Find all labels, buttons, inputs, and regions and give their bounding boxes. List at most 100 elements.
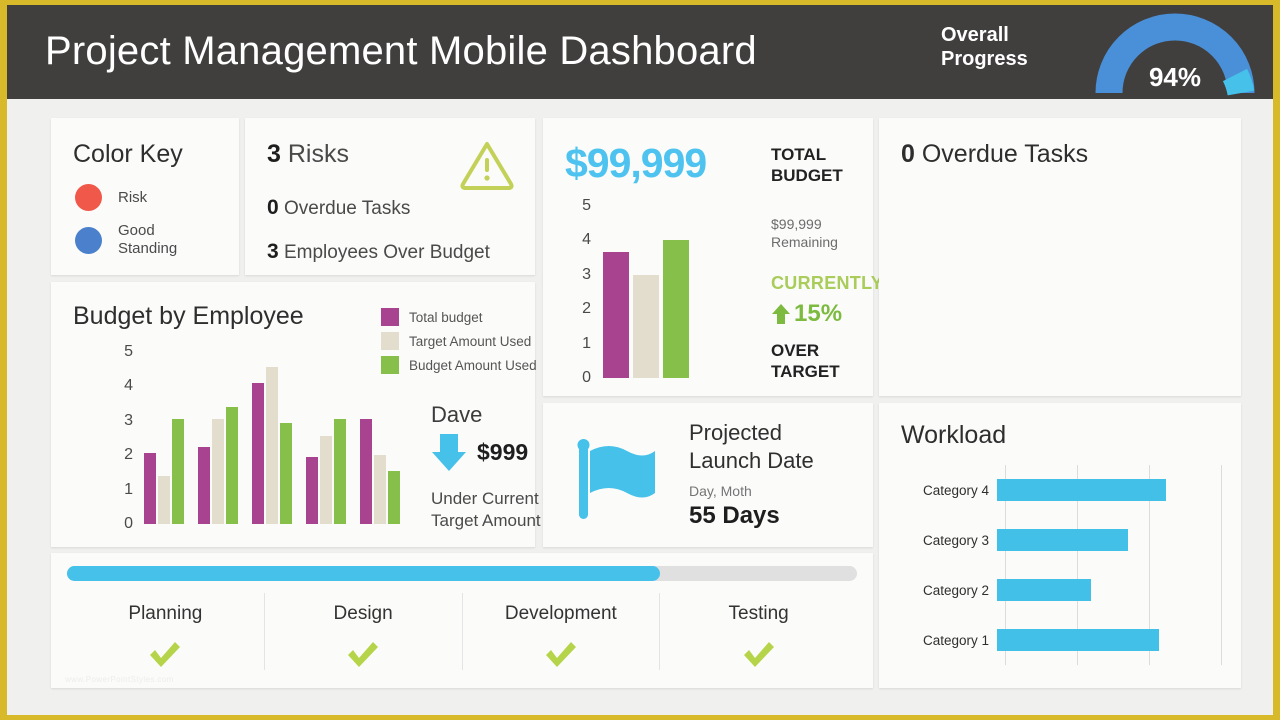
- phase-item[interactable]: Testing: [660, 593, 857, 670]
- launch-date-title: Projected Launch Date: [689, 419, 814, 475]
- bar: [252, 382, 265, 524]
- overall-progress-label-line1: Overall: [941, 24, 1009, 46]
- bar: [388, 470, 401, 524]
- y-axis-tick: 0: [124, 515, 133, 532]
- color-key-item-label: Good Standing: [118, 222, 178, 257]
- workload-row: Category 4: [901, 465, 1221, 515]
- budget-by-employee-plot: [141, 352, 411, 524]
- bar: [158, 475, 171, 524]
- color-key-item-risk: Risk: [75, 184, 147, 211]
- progress-bar-track[interactable]: [67, 566, 857, 581]
- bar: [280, 422, 293, 524]
- phase-name: Development: [504, 603, 617, 624]
- budget-by-employee-y-axis: 0 1 2 3 4 5: [111, 343, 135, 532]
- up-arrow-icon: [772, 304, 790, 324]
- total-budget-y-axis: 0 1 2 3 4 5: [569, 197, 593, 386]
- color-key-card: Color Key Risk Good Standing: [51, 118, 239, 275]
- total-budget-label: TOTAL BUDGET: [771, 144, 843, 186]
- total-budget-remaining: $99,999 Remaining: [771, 215, 838, 251]
- legend-item: Target Amount Used: [381, 332, 537, 350]
- over-target-line1: OVER: [771, 341, 820, 360]
- good-standing-color-dot: [75, 226, 102, 254]
- workload-bar-track: [997, 465, 1221, 515]
- launch-date-subtitle: Day, Moth: [689, 483, 752, 499]
- legend-item: Total budget: [381, 308, 537, 326]
- launch-date-title-line1: Projected: [689, 420, 782, 445]
- bar-group: [306, 352, 354, 524]
- legend-label: Budget Amount Used: [409, 357, 537, 373]
- workload-chart: Category 4 Category 3 Category 2 Category 1: [901, 465, 1222, 665]
- phase-item[interactable]: Development: [463, 593, 661, 670]
- risks-card: 3 Risks 0 Overdue Tasks 3 Employees Over…: [245, 118, 535, 275]
- workload-row: Category 2: [901, 565, 1221, 615]
- y-axis-tick: 5: [582, 197, 591, 214]
- workload-bar: [997, 529, 1129, 551]
- bar: [212, 419, 225, 524]
- workload-bar: [997, 479, 1167, 501]
- phase-name: Testing: [728, 603, 789, 624]
- total-budget-delta: 15%: [794, 300, 843, 327]
- legend-swatch-target-amount-used: [381, 332, 399, 350]
- risks-line-number: 0: [267, 196, 279, 219]
- budget-by-employee-card: Budget by Employee Total budget Target A…: [51, 282, 541, 547]
- bar-group: [144, 352, 192, 524]
- bar-group: [360, 352, 408, 524]
- risks-line-number: 3: [267, 240, 279, 263]
- check-icon: [743, 642, 774, 667]
- launch-date-days: 55 Days: [689, 502, 780, 529]
- workload-bar: [997, 579, 1092, 601]
- overdue-tasks-label: Overdue Tasks: [921, 140, 1089, 168]
- phases-card: Planning Design Development Testing www.Pow…: [51, 553, 873, 688]
- over-target-line2: TARGET: [771, 362, 840, 381]
- risks-title: Risks: [287, 140, 349, 168]
- bar: [306, 456, 319, 524]
- bar: [226, 407, 239, 524]
- risks-line-label: Employees Over Budget: [283, 242, 490, 263]
- down-arrow-icon: [432, 434, 466, 471]
- phase-item[interactable]: Planning: [67, 593, 265, 670]
- workload-bar-track: [997, 565, 1221, 615]
- y-axis-tick: 4: [582, 231, 591, 249]
- watermark: www.PowerPointStyles.com: [65, 675, 174, 684]
- bar: [320, 436, 333, 524]
- overdue-tasks-heading: 0 Overdue Tasks: [901, 140, 1088, 169]
- check-icon: [150, 642, 181, 667]
- workload-category-label: Category 3: [922, 532, 989, 548]
- overall-progress-label: Overall Progress: [941, 23, 1071, 71]
- remaining-label: Remaining: [771, 234, 838, 250]
- workload-category-label: Category 4: [922, 482, 989, 498]
- workload-title: Workload: [901, 421, 1007, 449]
- phase-name: Design: [333, 603, 393, 624]
- bar: [603, 252, 629, 378]
- total-budget-amount: $99,999: [565, 140, 707, 186]
- total-budget-over-target: OVER TARGET: [771, 340, 840, 382]
- workload-card: Workload Category 4 Category 3 Category 2C…: [879, 403, 1241, 688]
- workload-row: Category 3: [901, 515, 1221, 565]
- bar: [198, 446, 211, 524]
- bar: [144, 453, 157, 524]
- overdue-tasks-count: 0: [901, 140, 915, 168]
- page-title: Project Management Mobile Dashboard: [45, 29, 757, 73]
- check-icon: [545, 642, 576, 667]
- total-budget-delta-row: 15%: [771, 300, 842, 328]
- risks-line: 0 Overdue Tasks: [267, 196, 410, 220]
- workload-bar: [997, 629, 1160, 651]
- launch-date-title-line2: Launch Date: [689, 448, 814, 473]
- legend-label: Target Amount Used: [409, 333, 532, 349]
- total-budget-chart: 0 1 2 3 4 5: [569, 197, 719, 386]
- launch-date-card: Projected Launch Date Day, Moth 55 Days: [543, 403, 873, 547]
- overall-progress-label-line2: Progress: [941, 48, 1028, 70]
- workload-category-label: Category 1: [922, 632, 989, 648]
- bar: [266, 367, 279, 524]
- y-axis-tick: 1: [582, 334, 591, 352]
- color-key-title: Color Key: [73, 140, 183, 168]
- y-axis-tick: 0: [582, 369, 591, 386]
- color-key-item-label: Risk: [118, 188, 148, 206]
- workload-gridline: [1221, 465, 1222, 665]
- phase-item[interactable]: Design: [265, 593, 463, 670]
- y-axis-tick: 2: [582, 300, 591, 318]
- color-key-item-good-standing: Good Standing: [75, 222, 208, 258]
- workload-bar-track: [997, 615, 1221, 665]
- bar-group: [252, 352, 300, 524]
- remaining-amount: $99,999: [771, 216, 822, 232]
